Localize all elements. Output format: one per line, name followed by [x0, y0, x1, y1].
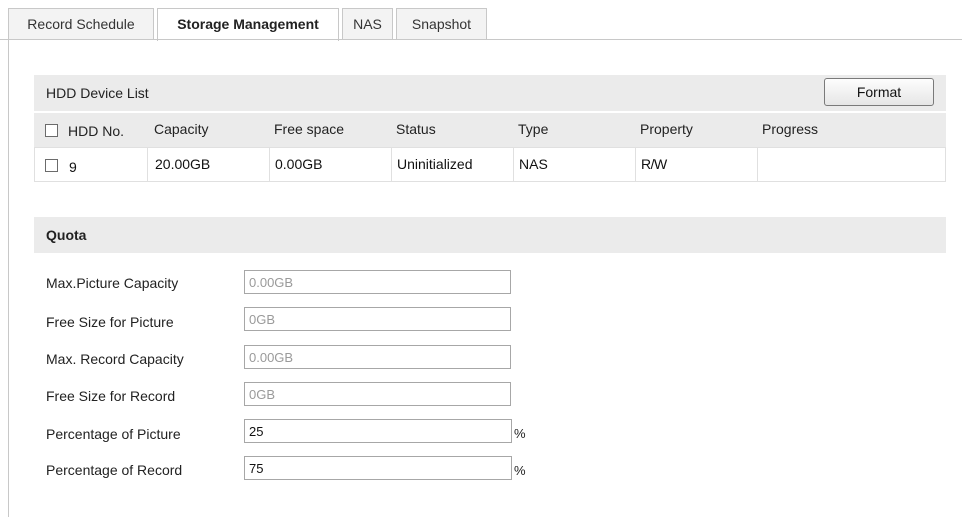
percentage-record-label: Percentage of Record [46, 462, 183, 478]
max-record-capacity-field[interactable] [244, 345, 511, 369]
column-divider [513, 148, 514, 181]
hdd-list-title: HDD Device List [46, 85, 149, 101]
cell-status: Uninitialized [397, 156, 473, 172]
cell-capacity: 20.00GB [155, 156, 211, 172]
quota-header: Quota [34, 217, 946, 253]
column-divider [391, 148, 392, 181]
column-divider [147, 148, 148, 181]
cell-hdd-no: 9 [69, 159, 77, 175]
free-size-picture-field[interactable] [244, 307, 511, 331]
col-free-space: Free space [274, 121, 345, 137]
table-row[interactable]: 9 20.00GB 0.00GB Uninitialized NAS R/W [34, 147, 946, 182]
quota-title: Quota [46, 227, 87, 243]
percentage-record-field[interactable] [244, 456, 512, 480]
tab-snapshot[interactable]: Snapshot [396, 8, 487, 39]
percentage-record-unit: % [514, 463, 526, 478]
format-button[interactable]: Format [824, 78, 934, 106]
column-divider [757, 148, 758, 181]
free-size-record-label: Free Size for Record [46, 388, 176, 404]
tab-nas[interactable]: NAS [342, 8, 393, 39]
column-divider [635, 148, 636, 181]
column-divider [269, 148, 270, 181]
hdd-list-header: HDD Device List Format [34, 75, 946, 111]
content-border [8, 40, 9, 517]
tab-record-schedule[interactable]: Record Schedule [8, 8, 154, 39]
col-property: Property [640, 121, 693, 137]
cell-free-space: 0.00GB [275, 156, 323, 172]
tab-storage-management[interactable]: Storage Management [157, 8, 339, 41]
free-size-record-field[interactable] [244, 382, 511, 406]
col-hdd-no: HDD No. [68, 123, 125, 139]
col-type: Type [518, 121, 549, 137]
percentage-picture-field[interactable] [244, 419, 512, 443]
percentage-picture-label: Percentage of Picture [46, 426, 181, 442]
max-record-capacity-label: Max. Record Capacity [46, 351, 184, 367]
col-capacity: Capacity [154, 121, 209, 137]
hdd-table-header: HDD No. Capacity Free space Status Type … [34, 113, 946, 147]
free-size-picture-label: Free Size for Picture [46, 314, 174, 330]
max-picture-capacity-field[interactable] [244, 270, 511, 294]
cell-type: NAS [519, 156, 548, 172]
percentage-picture-unit: % [514, 426, 526, 441]
tab-baseline [0, 39, 962, 40]
col-progress: Progress [762, 121, 819, 137]
cell-property: R/W [641, 156, 667, 172]
col-status: Status [396, 121, 436, 137]
row-checkbox[interactable] [45, 159, 58, 172]
select-all-checkbox[interactable] [45, 124, 58, 137]
max-picture-capacity-label: Max.Picture Capacity [46, 275, 179, 291]
